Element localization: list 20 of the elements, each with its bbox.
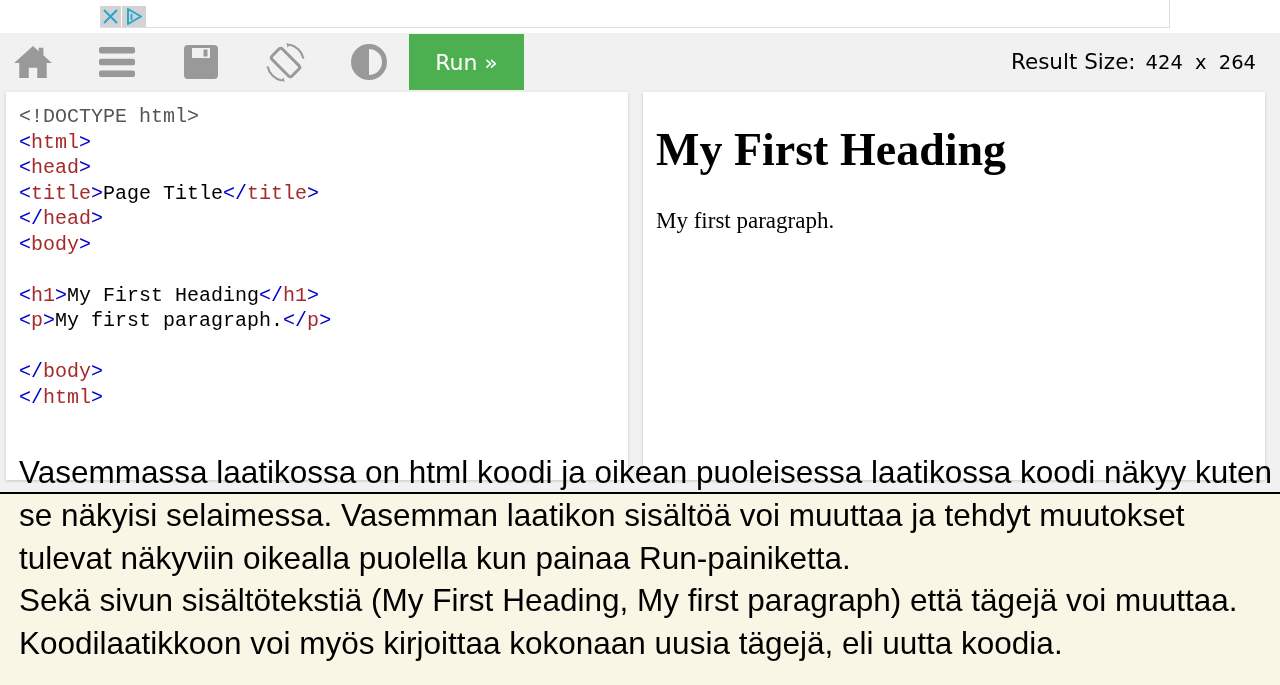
code-line: <html> [19,129,93,155]
contrast-icon [351,44,387,80]
close-icon[interactable] [100,6,121,27]
code-line: </html> [19,384,105,410]
code-line: <h1>My First Heading</h1> [19,282,321,308]
code-line: </head> [19,206,105,232]
result-paragraph: My first paragraph. [656,207,836,236]
menu-icon [99,47,135,77]
result-size-value: 424 x 264 [1145,49,1256,76]
code-line: <body> [19,231,93,257]
code-line: <title>Page Title</title> [19,180,321,206]
code-line: <!DOCTYPE html> [19,104,201,130]
caption-text: Sekä sivun sisältötekstiä (My First Heading, My first paragraph) että tägejä voi muuttaa. Koodilaatikkoon voi myös kirjoittaa kokonaan uusia tägejä, eli uutta koodia. [19,581,1239,663]
result-size-label: Result Size: [1010,47,1136,76]
rotate-device-icon [265,42,305,82]
result-heading: My First Heading [656,123,1008,177]
home-icon [14,45,52,79]
code-line: </body> [19,359,105,385]
code-line: <head> [19,155,93,181]
code-line: <p>My first paragraph.</p> [19,308,333,334]
